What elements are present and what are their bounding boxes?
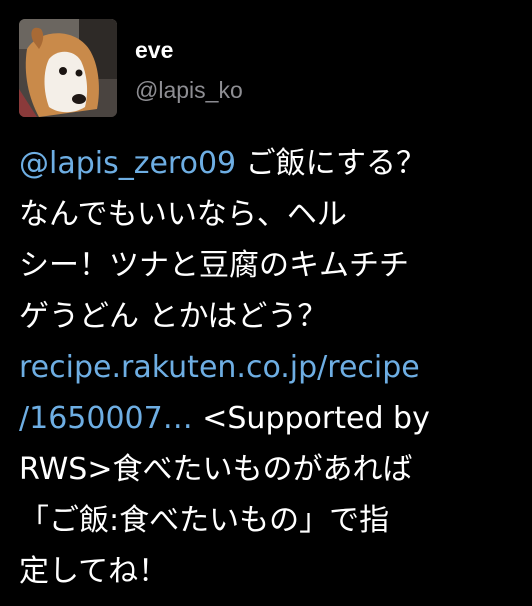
display-name[interactable]: eve	[135, 37, 173, 63]
tweet-line-1-text: ご飯にする？	[236, 146, 426, 181]
recipe-link-continued[interactable]: /1650007…	[19, 401, 193, 436]
tweet-line-6-text: <Supported by	[192, 401, 430, 436]
recipe-link[interactable]: recipe.rakuten.co.jp/recipe	[19, 342, 519, 393]
tweet-line-4: ゲうどん とかはどう？	[19, 299, 328, 334]
tweet-line-3: シー！ツナと豆腐のキムチチ	[19, 248, 409, 283]
tweet-line-6: /1650007… <Supported by	[19, 393, 519, 444]
tweet-line-9: 定してね！	[19, 554, 169, 589]
dog-avatar-icon[interactable]	[19, 19, 117, 117]
tweet-line-2: なんでもいいなら、ヘル	[19, 197, 347, 232]
tweet-text: @lapis_zero09 ご飯にする？ なんでもいいなら、ヘル シー！ツナと豆…	[19, 138, 519, 597]
mention-link[interactable]: @lapis_zero09	[19, 146, 236, 181]
tweet-card: eve @lapis_ko @lapis_zero09 ご飯にする？ なんでもい…	[0, 0, 532, 606]
tweet-line-8: 「ご飯:食べたいもの」で指	[19, 503, 390, 538]
user-handle[interactable]: @lapis_ko	[135, 77, 243, 103]
tweet-header: eve @lapis_ko	[19, 19, 499, 119]
tweet-line-1: @lapis_zero09 ご飯にする？	[19, 138, 519, 189]
tweet-line-7: RWS>食べたいものがあれば	[19, 452, 413, 487]
